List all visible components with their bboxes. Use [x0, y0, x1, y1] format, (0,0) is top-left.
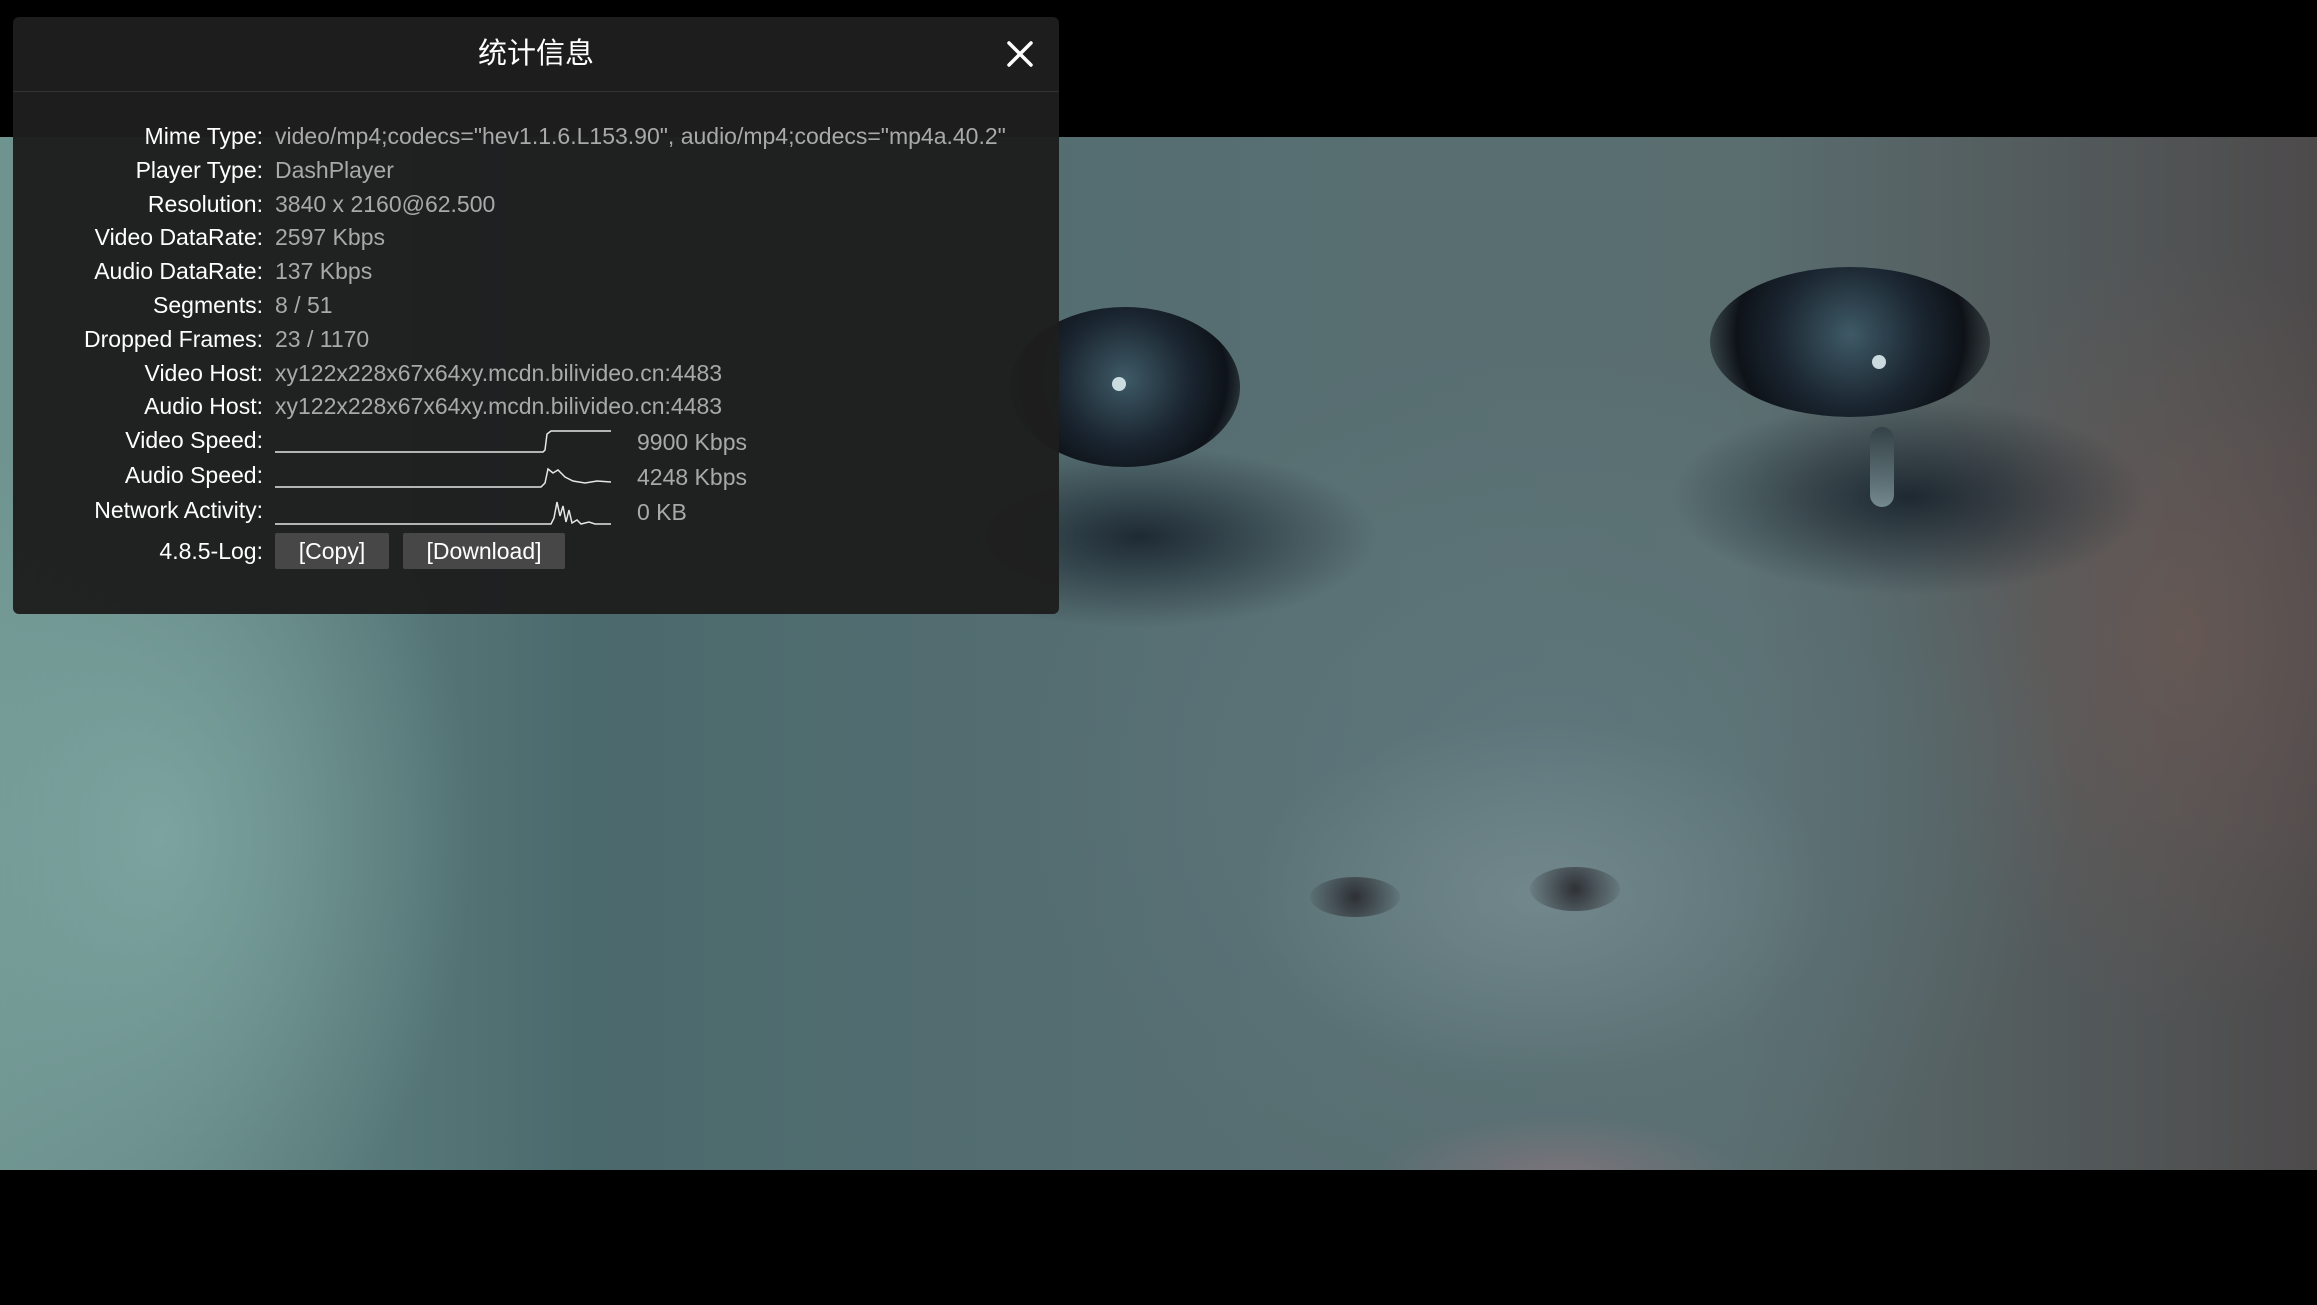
graph-value: 4248 Kbps — [637, 464, 747, 491]
stat-value: xy122x228x67x64xy.mcdn.bilivideo.cn:4483 — [275, 359, 723, 386]
log-row: 4.8.5-Log: [Copy] [Download] — [13, 532, 1059, 572]
copy-log-button[interactable]: [Copy] — [275, 533, 389, 570]
graph-row-video-speed: Video Speed: 9900 Kbps — [13, 425, 1059, 460]
stat-label: Audio Speed: — [124, 462, 263, 489]
stat-value: 137 Kbps — [275, 258, 373, 285]
video-tear — [1870, 427, 1894, 507]
video-speed-sparkline — [275, 430, 611, 453]
stat-label: Segments: — [153, 291, 263, 318]
stat-value: video/mp4;codecs="hev1.1.6.L153.90", aud… — [275, 123, 1006, 149]
stat-value: 8 / 51 — [275, 291, 333, 318]
stat-label: Mime Type: — [144, 123, 263, 149]
stat-row-audio-host: Audio Host: xy122x228x67x64xy.mcdn.biliv… — [13, 391, 1059, 425]
graph-row-audio-speed: Audio Speed: 4248 Kbps — [13, 460, 1059, 495]
stat-label: Network Activity: — [94, 497, 263, 524]
close-icon — [1007, 41, 1033, 67]
log-label: 4.8.5-Log: — [159, 538, 263, 565]
stat-row-mime-type: Mime Type: video/mp4;codecs="hev1.1.6.L1… — [13, 121, 1059, 155]
close-button[interactable] — [1003, 37, 1037, 71]
stat-label: Resolution: — [147, 190, 263, 217]
graph-row-network-activity: Network Activity: 0 KB — [13, 495, 1059, 530]
stat-label: Audio DataRate: — [94, 258, 263, 285]
stat-value: DashPlayer — [275, 156, 394, 183]
stat-row-player-type: Player Type: DashPlayer — [13, 155, 1059, 189]
stat-row-audio-datarate: Audio DataRate: 137 Kbps — [13, 256, 1059, 290]
stat-row-segments: Segments: 8 / 51 — [13, 290, 1059, 324]
stat-row-video-host: Video Host: xy122x228x67x64xy.mcdn.biliv… — [13, 358, 1059, 392]
video-nostril-left — [1310, 877, 1400, 917]
stat-label: Video DataRate: — [94, 224, 263, 251]
stat-label: Audio Host: — [144, 393, 263, 420]
video-nostril-right — [1530, 867, 1620, 911]
video-eye-right — [1710, 267, 1990, 417]
stat-row-resolution: Resolution: 3840 x 2160@62.500 — [13, 189, 1059, 223]
stats-panel-title: 统计信息 — [477, 36, 594, 70]
stat-value: xy122x228x67x64xy.mcdn.bilivideo.cn:4483 — [275, 393, 723, 420]
network-activity-sparkline — [275, 502, 611, 526]
stats-list: Mime Type: video/mp4;codecs="hev1.1.6.L1… — [13, 121, 1059, 572]
stat-value: 2597 Kbps — [275, 224, 385, 251]
player-stage: 统计信息 Mime Type: video/mp4;codecs="hev1.1… — [0, 0, 2317, 1305]
stat-label: Player Type: — [135, 156, 263, 183]
video-glint-left — [1112, 377, 1126, 391]
audio-speed-sparkline — [275, 467, 611, 488]
stat-label: Video Speed: — [125, 427, 263, 454]
stat-row-dropped-frames: Dropped Frames: 23 / 1170 — [13, 324, 1059, 358]
stat-value: 23 / 1170 — [275, 325, 370, 352]
stat-value: 3840 x 2160@62.500 — [275, 190, 496, 217]
stat-row-video-datarate: Video DataRate: 2597 Kbps — [13, 222, 1059, 256]
stat-label: Dropped Frames: — [84, 325, 263, 352]
stats-panel-header: 统计信息 — [13, 17, 1059, 92]
graph-value: 0 KB — [637, 499, 687, 526]
graph-value: 9900 Kbps — [637, 429, 747, 456]
stats-panel: 统计信息 Mime Type: video/mp4;codecs="hev1.1… — [13, 17, 1059, 614]
download-log-button[interactable]: [Download] — [403, 533, 565, 570]
stat-label: Video Host: — [144, 359, 263, 386]
video-glint-right — [1872, 355, 1886, 369]
